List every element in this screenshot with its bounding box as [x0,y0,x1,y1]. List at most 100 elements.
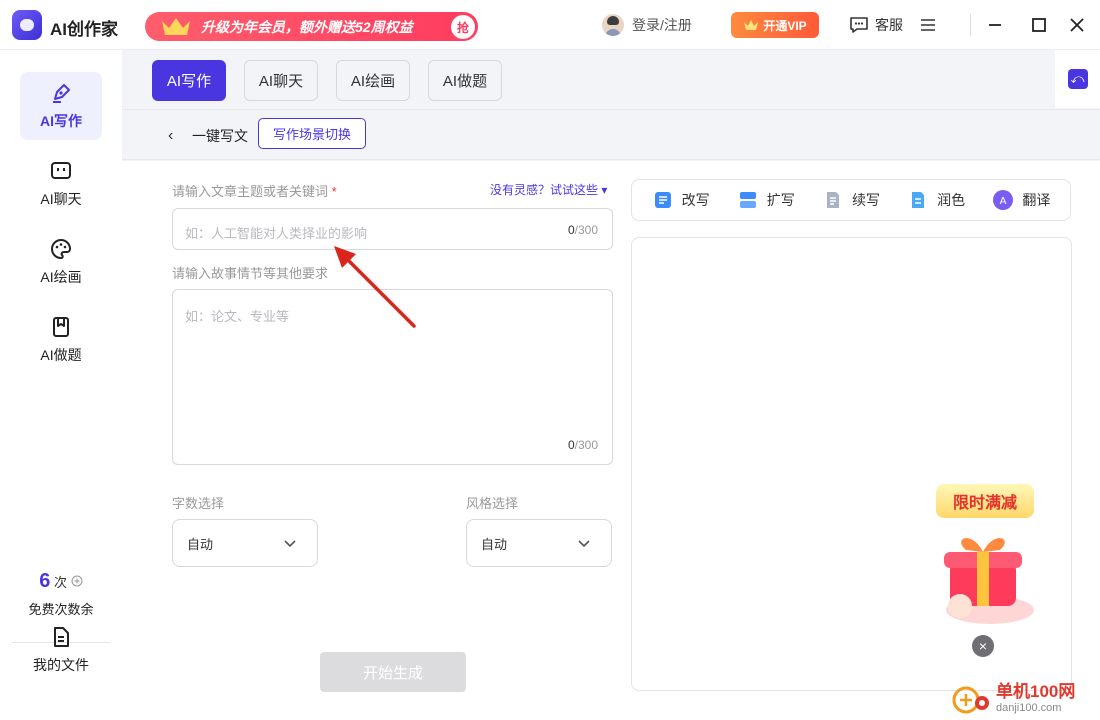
sidebar-item-label: AI绘画 [40,269,82,285]
topic-count: 0 [567,223,575,237]
tab-ai-drawing[interactable]: AI绘画 [336,60,410,101]
wordcount-select[interactable]: 自动 [172,519,318,567]
tool-expand[interactable]: 扩写 [737,189,795,211]
main-content: 请输入文章主题或者关键词 * 没有灵感？试试这些 ▾ 如：人工智能对人类择业的影… [122,161,1100,720]
sidebar-item-label: AI做题 [40,347,82,363]
promo-badge: 抢 [451,15,475,39]
svg-text:A: A [1000,196,1007,207]
sidebar-item-ai-questions[interactable]: AI做题 [20,306,102,374]
tool-label: 翻译 [1022,192,1051,208]
app-logo [12,10,42,40]
watermark-text: 单机100网 danji100.com [996,683,1075,717]
document-icon [54,627,69,647]
scene-switch-button[interactable]: 写作场景切换 [258,118,366,149]
promo-gift-popup[interactable]: 限时满减 [928,484,1046,634]
sidebar-item-label: AI写作 [40,113,82,129]
hamburger-menu-icon[interactable] [920,18,936,32]
wordcount-value: 自动 [187,536,214,552]
vip-button[interactable]: 开通VIP [731,12,819,38]
gift-box-icon [944,538,1034,624]
translate-icon: A [993,190,1014,210]
sidebar-item-my-files[interactable]: 我的文件 [20,616,102,684]
tool-label: 扩写 [766,192,795,208]
tab-ai-chat[interactable]: AI聊天 [244,60,318,101]
topic-label-text: 请输入文章主题或者关键词 [172,184,329,199]
login-link[interactable]: 登录/注册 [602,14,692,36]
tool-label: 续写 [851,192,880,208]
watermark-main: 单机100网 [996,682,1076,701]
chevron-down-icon [578,540,590,548]
tool-rewrite[interactable]: 改写 [652,189,710,211]
app-title: AI创作家 [50,20,118,39]
pen-icon [53,84,70,103]
back-chevron-icon[interactable]: ‹ [168,127,173,145]
avatar [602,14,624,36]
watermark-logo [952,681,990,719]
vip-label: 开通VIP [763,18,807,33]
style-select[interactable]: 自动 [466,519,612,567]
crown-icon [162,18,190,35]
chat-bot-icon [51,162,71,179]
required-mark: * [331,184,337,199]
free-count-unit: 次 [54,575,68,590]
promo-text: 升级为年会员，额外赠送52周权益 [201,18,413,35]
service-label: 客服 [875,17,903,33]
style-value: 自动 [481,536,508,552]
return-button[interactable]: ⤺ [1055,50,1100,108]
close-popup-button[interactable]: × [972,635,994,657]
topic-counter: 0/300 [568,223,598,237]
detail-label: 请输入故事情节等其他要求 [172,266,329,281]
free-count: 6 次 免费次数余 [0,570,122,618]
detail-placeholder: 如：论文、专业等 [185,309,290,324]
tool-polish[interactable]: 润色 [907,189,965,211]
tool-translate[interactable]: A 翻译 [992,189,1050,211]
page-title: 一键写文 [192,128,248,144]
window-controls-divider [970,14,971,36]
free-count-number: 6 [39,570,51,592]
wordcount-label: 字数选择 [172,496,225,511]
continue-writing-icon [826,192,839,208]
gift-tag: 限时满减 [936,484,1034,518]
inspiration-link[interactable]: 没有灵感？试试这些 ▾ [490,181,607,198]
close-icon[interactable] [1068,16,1086,34]
generate-button[interactable]: 开始生成 [320,652,466,692]
crown-icon [744,20,759,30]
tool-label: 改写 [681,192,710,208]
topic-label: 请输入文章主题或者关键词 * [172,181,337,200]
tool-label: 润色 [937,192,966,208]
edit-toolbar: 改写 扩写 续写 润色 A 翻译 [631,179,1071,221]
tab-ai-writing[interactable]: AI写作 [152,60,226,101]
chevron-down-icon [284,540,296,548]
caret-down-icon: ▾ [601,183,608,197]
style-label: 风格选择 [466,496,519,511]
service-button[interactable]: 客服 [849,15,903,35]
rewrite-icon [654,192,671,208]
annotation-arrow [334,246,416,328]
minimize-icon[interactable] [986,16,1004,34]
sidebar-item-ai-drawing[interactable]: AI绘画 [20,228,102,296]
sidebar-item-label: AI聊天 [40,191,82,207]
return-icon: ⤺ [1067,69,1088,89]
topic-max: /300 [574,223,598,237]
sidebar-item-ai-writing[interactable]: AI写作 [20,72,102,140]
chat-bubble-icon [850,17,868,33]
tab-ai-questions[interactable]: AI做题 [428,60,502,101]
inspiration-text: 没有灵感？试试这些 [490,183,599,197]
polish-icon [912,192,925,208]
tool-continue[interactable]: 续写 [822,189,880,211]
sidebar-item-ai-chat[interactable]: AI聊天 [20,150,102,218]
top-tab-bar: AI写作 AI聊天 AI绘画 AI做题 ⤺ [122,50,1100,110]
maximize-icon[interactable] [1030,16,1048,34]
sidebar-item-label: 我的文件 [33,657,89,673]
login-label: 登录/注册 [632,17,692,33]
add-circle-icon[interactable] [71,575,83,587]
palette-icon [51,238,72,260]
detail-count: 0 [567,438,575,452]
bookmark-book-icon [53,317,69,337]
promo-banner[interactable]: 升级为年会员，额外赠送52周权益 抢 [145,12,478,41]
sub-header: ‹ 一键写文 写作场景切换 [122,110,1100,160]
title-bar: AI创作家 升级为年会员，额外赠送52周权益 抢 登录/注册 开通VIP 客服 [0,0,1100,50]
watermark: 单机100网 danji100.com [952,680,1100,720]
left-sidebar: AI写作 AI聊天 AI绘画 AI做题 6 次 免费次数余 我的文件 [0,50,122,720]
watermark-sub: danji100.com [996,702,1062,714]
